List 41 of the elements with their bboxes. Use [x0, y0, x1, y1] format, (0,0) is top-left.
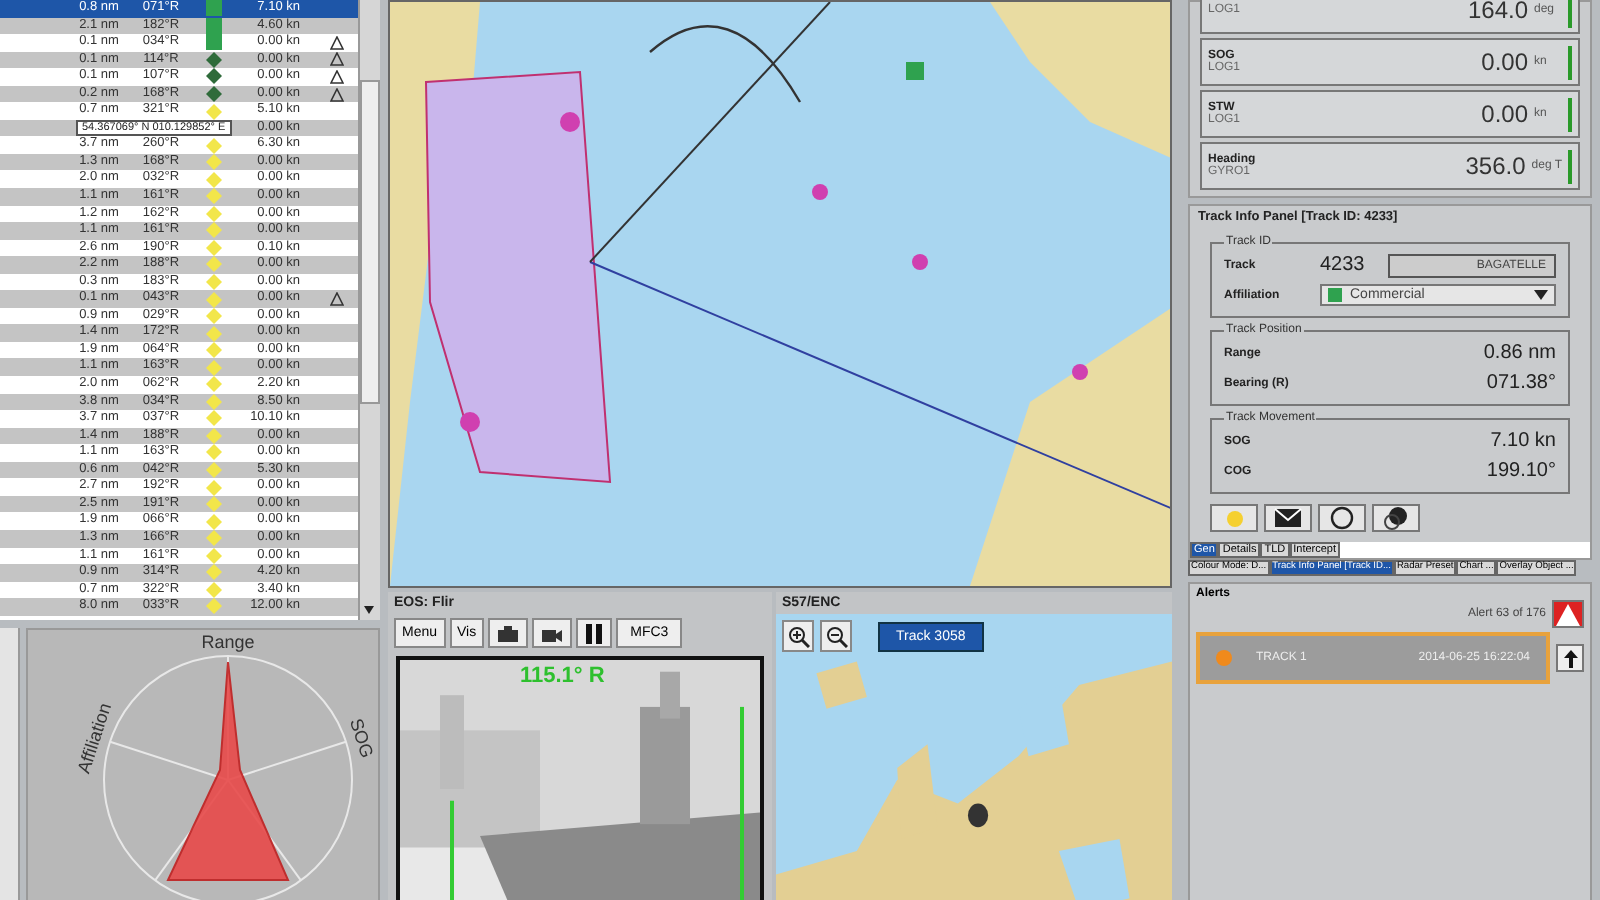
sensor-value: 0.00 — [1481, 48, 1528, 76]
sensor-value: 164.0 — [1467, 0, 1528, 24]
field-value: 0.86 nm — [1483, 342, 1556, 364]
zoom-out-button[interactable] — [820, 620, 852, 652]
scroll-up-button[interactable] — [1556, 644, 1584, 672]
status-bar-indicator — [1568, 45, 1572, 79]
sensor-value: 356.0 — [1465, 152, 1526, 180]
track-number: 4233 — [1320, 254, 1367, 276]
camera-button[interactable] — [488, 618, 529, 648]
message-button[interactable] — [1264, 504, 1312, 532]
info-icon — [1384, 506, 1408, 530]
caret-icon — [1534, 290, 1548, 300]
video-button[interactable] — [532, 618, 573, 648]
field-value: 199.10° — [1486, 460, 1556, 482]
field-value: 7.10 kn — [1490, 430, 1556, 452]
warning-icon — [1556, 603, 1580, 625]
envelope-icon — [1274, 508, 1302, 528]
alert-button[interactable] — [1552, 600, 1584, 628]
status-bar-indicator — [1568, 0, 1572, 27]
scrollbar[interactable] — [358, 0, 380, 620]
side-scrollbar[interactable] — [0, 628, 20, 900]
zoom-in-icon — [787, 625, 809, 647]
axis-label: Range — [201, 632, 255, 652]
pause-button[interactable] — [576, 618, 613, 648]
status-bar-indicator — [1568, 149, 1572, 183]
scroll-down-icon[interactable] — [360, 602, 378, 618]
circle-button[interactable] — [1318, 504, 1366, 532]
zoom-in-button[interactable] — [782, 620, 814, 652]
pause-icon — [584, 623, 605, 643]
dot-icon — [1225, 509, 1243, 527]
field-value: 071.38° — [1486, 372, 1556, 394]
status-bar-indicator — [1568, 97, 1572, 131]
zoom-out-icon — [825, 625, 847, 647]
sensor-value: 0.00 — [1481, 100, 1528, 128]
camera-icon — [496, 623, 521, 643]
info-button[interactable] — [1372, 504, 1420, 532]
bearing-overlay: 115.1° R — [520, 664, 605, 688]
circle-icon — [1330, 506, 1354, 530]
axis-label: SOG — [346, 716, 378, 761]
action-button[interactable] — [1210, 504, 1258, 532]
up-arrow-icon — [1563, 649, 1577, 667]
